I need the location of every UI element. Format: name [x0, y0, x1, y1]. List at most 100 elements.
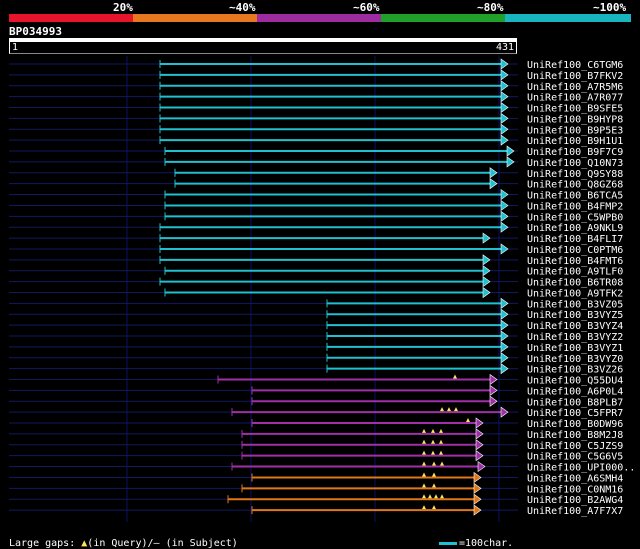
hit-arrow-icon — [489, 178, 498, 190]
hit-label[interactable]: UniRef100_B2AWG4 — [527, 495, 623, 506]
hit-arrow-icon — [482, 232, 491, 244]
hit-arrow-icon — [473, 504, 482, 516]
hit-label[interactable]: UniRef100_Q8GZ68 — [527, 180, 623, 191]
query-gap-icon — [439, 428, 443, 433]
hit-arrow-icon — [500, 330, 509, 342]
hit-arrow-icon — [500, 406, 509, 418]
hit-label[interactable]: UniRef100_C6TGM6 — [527, 60, 623, 71]
hit-label[interactable]: UniRef100_B9HYP8 — [527, 114, 623, 125]
hit-label[interactable]: UniRef100_UPI000.. — [527, 463, 635, 474]
query-gap-icon — [422, 428, 426, 433]
scale-legend: =100char. — [439, 527, 513, 549]
query-gap-icon — [466, 418, 470, 423]
hit-label[interactable]: UniRef100_A7R5M6 — [527, 82, 623, 93]
hit-arrow-icon — [500, 188, 509, 201]
query-gap-icon — [422, 483, 426, 488]
hit-label[interactable]: UniRef100_C5G6V5 — [527, 452, 623, 463]
query-gap-icon — [434, 494, 438, 499]
hit-arrow-icon — [500, 199, 509, 212]
hit-label[interactable]: UniRef100_B8M2J8 — [527, 430, 623, 441]
query-gap-icon — [422, 461, 426, 466]
hit-arrow-icon — [500, 91, 509, 103]
hit-label[interactable]: UniRef100_A6P0L4 — [527, 386, 623, 397]
hit-label[interactable]: UniRef100_C5WPB0 — [527, 212, 623, 223]
hit-label[interactable]: UniRef100_B9H1U1 — [527, 136, 623, 147]
hit-arrow-icon — [500, 341, 509, 353]
hit-label[interactable]: UniRef100_B8PLB7 — [527, 397, 623, 408]
hit-label[interactable]: UniRef100_C5JZS9 — [527, 441, 623, 452]
query-gap-icon — [422, 439, 426, 444]
hit-label[interactable]: UniRef100_B4FLI7 — [527, 234, 623, 245]
hit-alignment-panel: UniRef100_C6TGM6UniRef100_B7FKV2UniRef10… — [9, 56, 635, 522]
hit-arrow-icon — [475, 417, 484, 429]
query-gap-icon — [432, 472, 436, 477]
hit-arrow-icon — [482, 276, 491, 288]
hit-label[interactable]: UniRef100_B3VYZ4 — [527, 321, 623, 332]
hit-label[interactable]: UniRef100_Q10N73 — [527, 158, 623, 169]
hit-label[interactable]: UniRef100_B9SFE5 — [527, 104, 623, 115]
hit-label[interactable]: UniRef100_Q55DU4 — [527, 376, 623, 387]
hit-arrow-icon — [500, 319, 509, 331]
query-gap-icon — [422, 505, 426, 510]
footer-legend: Large gaps: ▲(in Query)/– (in Subject) — [9, 527, 238, 549]
hit-arrow-icon — [500, 101, 509, 114]
hit-arrow-icon — [500, 123, 509, 135]
hit-arrow-icon — [489, 384, 498, 396]
query-gap-icon — [432, 483, 436, 488]
hit-arrow-icon — [500, 363, 509, 375]
hit-arrow-icon — [475, 450, 484, 462]
subject-gap-text: (in Subject) — [159, 538, 238, 549]
hit-arrow-icon — [489, 167, 498, 179]
hit-label[interactable]: UniRef100_A9NKL9 — [527, 223, 623, 234]
query-gap-icon — [439, 450, 443, 455]
hit-label[interactable]: UniRef100_A7F7X7 — [527, 506, 623, 517]
query-gap-icon — [422, 494, 426, 499]
hit-label[interactable]: UniRef100_B3VZ26 — [527, 365, 623, 376]
hit-label[interactable]: UniRef100_C0NM16 — [527, 484, 623, 495]
hit-label[interactable]: UniRef100_A9TLF0 — [527, 267, 623, 278]
query-gap-icon — [428, 494, 432, 499]
query-gap-icon — [454, 407, 458, 412]
query-gap-icon — [439, 439, 443, 444]
query-gap-icon — [447, 407, 451, 412]
hit-arrow-icon — [473, 482, 482, 494]
hit-label[interactable]: UniRef100_B3VYZ1 — [527, 343, 623, 354]
hit-arrow-icon — [500, 58, 509, 70]
hit-label[interactable]: UniRef100_C0PTM6 — [527, 245, 623, 256]
hit-label[interactable]: UniRef100_B3VYZ2 — [527, 332, 623, 343]
hit-arrow-icon — [500, 210, 509, 222]
query-gap-icon — [453, 374, 457, 379]
query-gap-icon — [440, 407, 444, 412]
query-gap-icon — [432, 461, 436, 466]
hit-label[interactable]: UniRef100_A9TFK2 — [527, 288, 623, 299]
hit-label[interactable]: UniRef100_B3VYZ5 — [527, 310, 623, 321]
query-gap-icon — [431, 428, 435, 433]
hit-label[interactable]: UniRef100_B7FKV2 — [527, 71, 623, 82]
hit-label[interactable]: UniRef100_B3VZ05 — [527, 299, 623, 310]
hit-label[interactable]: UniRef100_B6TCA5 — [527, 191, 623, 202]
hit-arrow-icon — [500, 221, 509, 233]
hit-arrow-icon — [500, 112, 509, 124]
hit-label[interactable]: UniRef100_C5FPR7 — [527, 408, 623, 419]
hit-arrow-icon — [500, 352, 509, 364]
hit-label[interactable]: UniRef100_B4FMP2 — [527, 201, 623, 212]
hit-arrow-icon — [489, 373, 498, 386]
query-gap-text: (in Query)/ — [87, 538, 154, 549]
hit-label[interactable]: UniRef100_A6SMH4 — [527, 473, 623, 484]
hit-arrow-icon — [500, 308, 509, 320]
hit-arrow-icon — [500, 134, 509, 146]
hit-label[interactable]: UniRef100_B9P5E3 — [527, 125, 623, 136]
hit-label[interactable]: UniRef100_B9F7C9 — [527, 147, 623, 158]
query-gap-icon — [422, 472, 426, 477]
large-gaps-label: Large gaps: — [9, 538, 76, 549]
hit-label[interactable]: UniRef100_Q9SY88 — [527, 169, 623, 180]
hit-label[interactable]: UniRef100_B6TR08 — [527, 278, 623, 289]
hit-label[interactable]: UniRef100_B4FMT6 — [527, 256, 623, 267]
hit-label[interactable]: UniRef100_A7R077 — [527, 93, 623, 104]
hit-label[interactable]: UniRef100_B0DW96 — [527, 419, 623, 430]
query-gap-icon — [422, 450, 426, 455]
hit-arrow-icon — [489, 395, 498, 407]
hit-arrow-icon — [482, 265, 491, 277]
hit-label[interactable]: UniRef100_B3VYZ0 — [527, 354, 623, 365]
hit-arrow-icon — [500, 297, 509, 309]
